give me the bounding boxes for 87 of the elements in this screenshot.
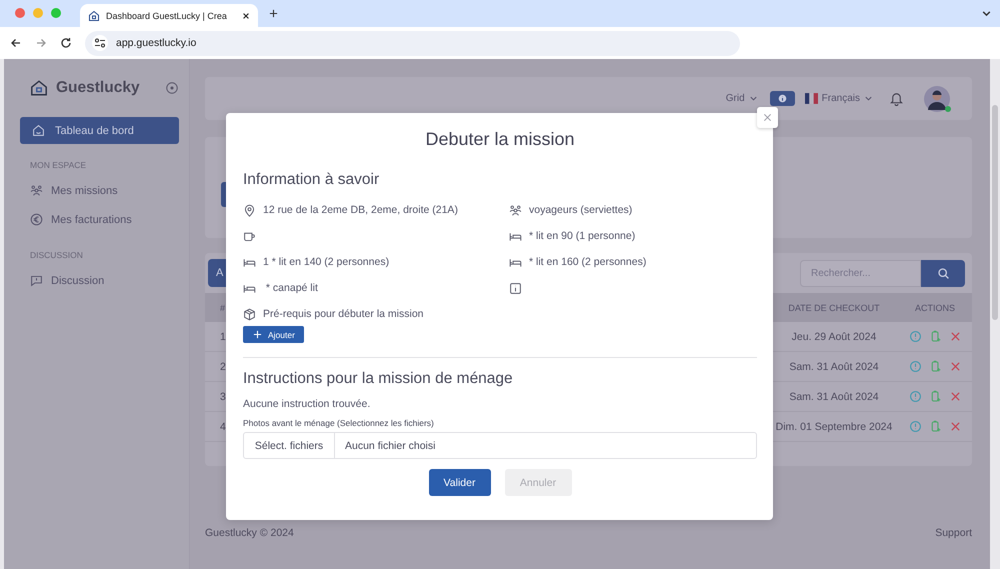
phone-plus-icon[interactable] [928,420,942,433]
info-text: voyageurs (serviettes) [529,204,632,216]
table-cell-text: 3 [219,390,227,402]
back-icon[interactable] [10,37,22,49]
scrollbar[interactable] [990,59,1000,569]
delete-icon[interactable] [948,420,962,433]
info-icon [509,282,522,294]
close-icon[interactable] [242,12,250,20]
info-text: * lit en 90 (1 personne) [529,230,636,242]
column-header: DATE DE CHECKOUT [787,302,881,312]
notification-bell-icon[interactable] [889,91,904,106]
reload-icon[interactable] [60,37,72,49]
search-icon [936,266,950,280]
alert-circle-icon[interactable] [908,360,922,373]
column-header: # [219,302,226,312]
info-button[interactable] [770,91,795,106]
chevron-down-icon [864,94,873,103]
address-bar[interactable]: app.guestlucky.io [85,30,740,56]
view-dropdown[interactable]: Grid [726,93,758,104]
phone-plus-icon[interactable] [928,330,942,343]
section-heading: Instructions pour la mission de ménage [243,370,514,388]
empty-state-text: Aucune instruction trouvée. [243,398,372,410]
search-button[interactable] [921,260,965,286]
people-icon [509,204,522,216]
table-cell-text: 4 [219,420,227,432]
add-button[interactable]: A [208,259,226,287]
search-field[interactable]: Rechercher... [800,260,921,286]
table-cell-text: 1 [219,330,227,342]
house-icon [32,124,45,137]
delete-icon[interactable] [948,330,962,343]
location-pin-icon [243,204,256,216]
house-icon [88,10,100,22]
delete-icon[interactable] [948,360,962,373]
brand-name: Guestlucky [56,79,141,97]
close-button[interactable] [757,107,778,128]
table-cell-text: 2 [219,360,227,372]
nav-item[interactable]: Mes missions [20,176,179,205]
plus-icon [253,330,262,339]
alert-circle-icon[interactable] [908,420,922,433]
chat-icon [30,274,43,287]
chevron-down-icon [748,94,758,103]
submit-button[interactable]: Valider [428,469,490,496]
zoom-window-button[interactable] [51,8,61,18]
info-text: * canapé lit [264,282,318,294]
info-icon [778,94,787,103]
close-window-button[interactable] [15,8,25,18]
site-settings-icon[interactable] [92,35,108,51]
language-dropdown[interactable]: Français [804,93,873,104]
alert-circle-icon[interactable] [908,330,922,343]
tab-title: Dashboard GuestLucky | Crea [106,10,228,20]
section-heading: Information à savoir [243,171,380,189]
column-header: ACTIONS [914,302,956,312]
modal-title: Debuter la mission [424,129,576,151]
info-text: 1 * lit en 140 (2 personnes) [263,256,390,268]
nav-item[interactable]: Mes facturations [20,205,179,234]
phone-plus-icon[interactable] [928,390,942,403]
info-text: * lit en 160 (2 personnes) [529,256,646,268]
delete-icon[interactable] [948,390,962,403]
copyright-text: Guestlucky © 2024 [205,527,294,541]
table-cell-text: Jeu. 29 Août 2024 [790,330,878,342]
minimize-window-button[interactable] [33,8,43,18]
section-title: DISCUSSION [30,250,84,260]
close-icon [763,113,772,122]
info-text: 12 rue de la 2eme DB, 2eme, droite (21A) [263,204,458,216]
browser-tab[interactable]: Dashboard GuestLucky | Crea [80,4,258,27]
package-icon [243,308,256,320]
user-avatar[interactable] [924,86,950,112]
info-text: Pré-requis pour débuter la mission [263,308,424,320]
add-button[interactable]: Ajouter [243,326,304,343]
euro-icon [30,213,43,226]
people-icon [30,184,43,197]
new-tab-icon[interactable] [269,9,278,18]
support-link[interactable]: Support [935,527,972,569]
house-icon [30,79,48,97]
table-cell-text: Dim. 01 Septembre 2024 [774,420,894,432]
nav-item[interactable]: Discussion [20,266,179,295]
forward-icon[interactable] [35,37,47,49]
alert-circle-icon[interactable] [908,390,922,403]
section-title: MON ESPACE [30,160,88,170]
phone-plus-icon[interactable] [928,360,942,373]
collapse-toggle-icon[interactable] [165,81,179,95]
flag-icon [804,93,818,104]
table-cell-text: Sam. 31 Août 2024 [788,390,880,402]
dashboard-nav-item[interactable]: Tableau de bord [20,117,179,144]
file-input[interactable]: Sélect. fichiers Aucun fichier choisi [243,432,757,459]
table-cell-text: Sam. 31 Août 2024 [788,360,880,372]
field-label: Photos avant le ménage (Selectionnez les fichiers) [243,418,435,428]
